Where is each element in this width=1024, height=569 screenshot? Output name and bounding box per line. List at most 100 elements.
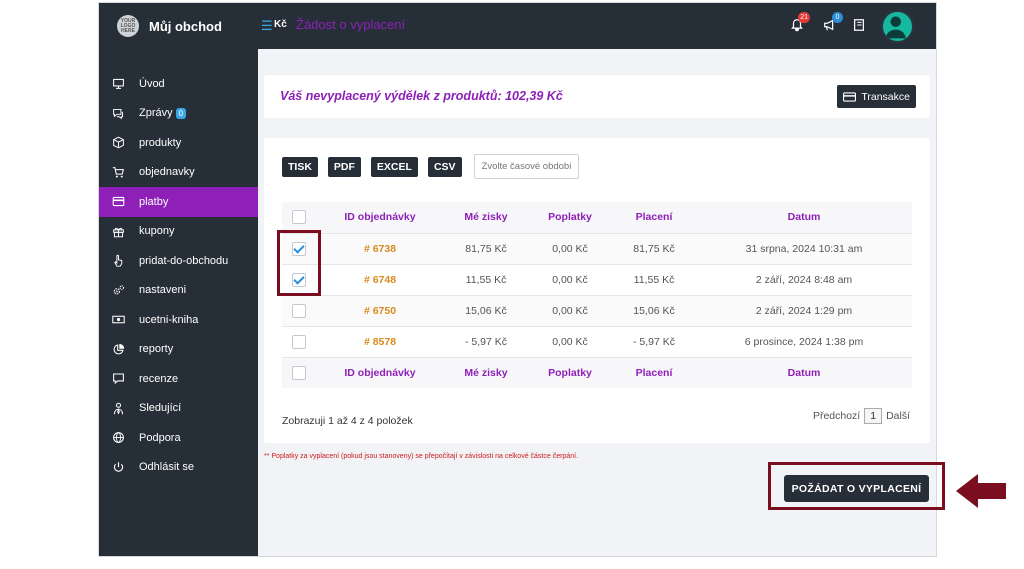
sidebar-item-label: recenze [139, 372, 179, 385]
button-highlight-box [768, 462, 945, 510]
earnings-cell: 81,75 Kč [444, 232, 528, 264]
sidebar-item-zpravy[interactable]: Zprávy 0 [99, 99, 258, 129]
credit-card-icon [843, 91, 857, 102]
messages-count-badge: 0 [175, 107, 187, 119]
row-checkbox[interactable] [292, 334, 306, 349]
withdrawals-card: TISK PDF EXCEL CSV ID objednávky Mé zisk… [264, 138, 930, 443]
footer-select-all[interactable] [282, 356, 316, 388]
currency-label[interactable]: Kč [274, 19, 287, 30]
date-cell: 2 září, 2024 1:29 pm [696, 294, 912, 326]
date-cell: 6 prosince, 2024 1:38 pm [696, 325, 912, 357]
table-row[interactable]: # 8578- 5,97 Kč 0,00 Kč - 5,97 Kč 6 prosinc… [282, 325, 912, 357]
footer-paid: Placení [612, 356, 696, 388]
paid-cell: - 5,97 Kč [612, 325, 696, 357]
row-checkbox[interactable] [292, 303, 306, 318]
sidebar-item-platby[interactable]: platby [99, 187, 258, 217]
unpaid-earnings-text: Váš nevyplacený výdělek z produktů: 102,… [280, 89, 563, 103]
header-select-all[interactable] [282, 202, 316, 233]
book-icon [854, 19, 864, 31]
sidebar-item-recenze[interactable]: recenze [99, 364, 258, 394]
earnings-cell: 15,06 Kč [444, 294, 528, 326]
globe-icon [111, 430, 126, 445]
fees-cell: 0,00 Kč [528, 232, 612, 264]
footer-earnings: Mé zisky [444, 356, 528, 388]
order-id-cell[interactable]: # 8578 [316, 325, 444, 357]
brand[interactable]: YOUR LOGO HERE Můj obchod [99, 3, 258, 49]
footer-select-all-checkbox[interactable] [292, 365, 306, 380]
power-icon [111, 460, 126, 475]
row-select-cell[interactable] [282, 294, 316, 326]
sidebar-item-kupony[interactable]: kupony [99, 217, 258, 247]
order-id-cell[interactable]: # 6750 [316, 294, 444, 326]
table-row[interactable]: # 6738 81,75 Kč 0,00 Kč 81,75 Kč 31 srpna, 2… [282, 232, 912, 264]
sidebar-item-label: objednavky [139, 166, 195, 179]
announcements-button[interactable]: 0 [821, 12, 843, 34]
avatar[interactable] [881, 10, 914, 43]
gears-icon [111, 283, 126, 298]
print-button[interactable]: TISK [282, 156, 318, 177]
sidebar-item-nastaveni[interactable]: nastaveni [99, 276, 258, 306]
table-row[interactable]: # 6750 15,06 Kč 0,00 Kč 15,06 Kč 2 září, 202… [282, 294, 912, 326]
select-all-checkbox[interactable] [292, 210, 306, 225]
order-id-cell[interactable]: # 6738 [316, 232, 444, 264]
sidebar-item-label: platby [139, 195, 169, 208]
sidebar-item-odhlasit-se[interactable]: Odhlásit se [99, 453, 258, 483]
export-toolbar: TISK PDF EXCEL CSV [282, 154, 579, 179]
orders-table: ID objednávky Mé zisky Poplatky Placení … [282, 202, 912, 388]
sidebar-item-ucetni-kniha[interactable]: ucetni-kniha [99, 305, 258, 335]
fees-cell: 0,00 Kč [528, 263, 612, 295]
chat-icon [111, 106, 126, 121]
csv-button[interactable]: CSV [427, 156, 462, 177]
sidebar-item-label: reporty [139, 343, 174, 356]
sidebar-item-uvod[interactable]: Úvod [99, 69, 258, 99]
fees-cell: 0,00 Kč [528, 294, 612, 326]
paid-cell: 15,06 Kč [612, 294, 696, 326]
sidebar-item-reporty[interactable]: reporty [99, 335, 258, 365]
sidebar-item-objednavky[interactable]: objednavky [99, 158, 258, 188]
order-id-cell[interactable]: # 6748 [316, 263, 444, 295]
hamburger-icon[interactable]: ☰ [261, 18, 273, 34]
sidebar-item-label: ucetni-kniha [139, 313, 199, 326]
sidebar-item-produkty[interactable]: produkty [99, 128, 258, 158]
transactions-label: Transakce [861, 90, 910, 103]
arrow-left-icon [956, 474, 1006, 508]
pdf-button[interactable]: PDF [327, 156, 361, 177]
page-1-button[interactable]: 1 [864, 408, 883, 424]
sidebar-item-pridat-do-obchodu[interactable]: pridat-do-obchodu [99, 246, 258, 276]
transactions-button[interactable]: Transakce [837, 85, 916, 108]
money-icon [111, 312, 126, 327]
user-tie-icon [111, 401, 126, 416]
sidebar-item-label: Úvod [139, 77, 165, 90]
earnings-cell: - 5,97 Kč [444, 325, 528, 357]
page-title: Žádost o vyplacení [296, 17, 406, 32]
table-footer-row: ID objednávky Mé zisky Poplatky Placení … [282, 356, 912, 388]
box-icon [111, 135, 126, 150]
sidebar-item-sledujici[interactable]: Sledující [99, 394, 258, 424]
docs-button[interactable] [850, 16, 868, 34]
sidebar-item-label: kupony [139, 225, 175, 238]
row-select-cell[interactable] [282, 325, 316, 357]
footer-order-id: ID objednávky [316, 356, 444, 388]
table-row[interactable]: # 6748 11,55 Kč 0,00 Kč 11,55 Kč 2 září, 202… [282, 263, 912, 295]
prev-page-button[interactable]: Předchozí [813, 410, 860, 422]
gift-icon [111, 224, 126, 239]
notifications-button[interactable]: 21 [788, 12, 810, 34]
header-date: Datum [696, 202, 912, 233]
top-bar: ☰ Kč Žádost o vyplacení 21 0 [258, 3, 936, 49]
sidebar-menu: Úvod Zprávy 0 produkty objednavky platby kupon… [99, 69, 258, 482]
earnings-cell: 11,55 Kč [444, 263, 528, 295]
paid-cell: 81,75 Kč [612, 232, 696, 264]
date-cell: 2 září, 2024 8:48 am [696, 263, 912, 295]
sidebar-item-label: produkty [139, 136, 182, 149]
date-range-input[interactable] [473, 154, 579, 179]
cart-icon [111, 165, 126, 180]
store-logo: YOUR LOGO HERE [117, 15, 139, 37]
excel-button[interactable]: EXCEL [370, 156, 418, 177]
next-page-button[interactable]: Další [886, 410, 910, 422]
header-earnings: Mé zisky [444, 202, 528, 233]
footer-date: Datum [696, 356, 912, 388]
fees-note: ** Poplatky za vyplacení (pokud jsou sta… [264, 453, 578, 460]
table-header-row: ID objednávky Mé zisky Poplatky Placení … [282, 202, 912, 233]
sidebar-item-label: Zprávy [139, 107, 173, 120]
sidebar-item-podpora[interactable]: Podpora [99, 423, 258, 453]
